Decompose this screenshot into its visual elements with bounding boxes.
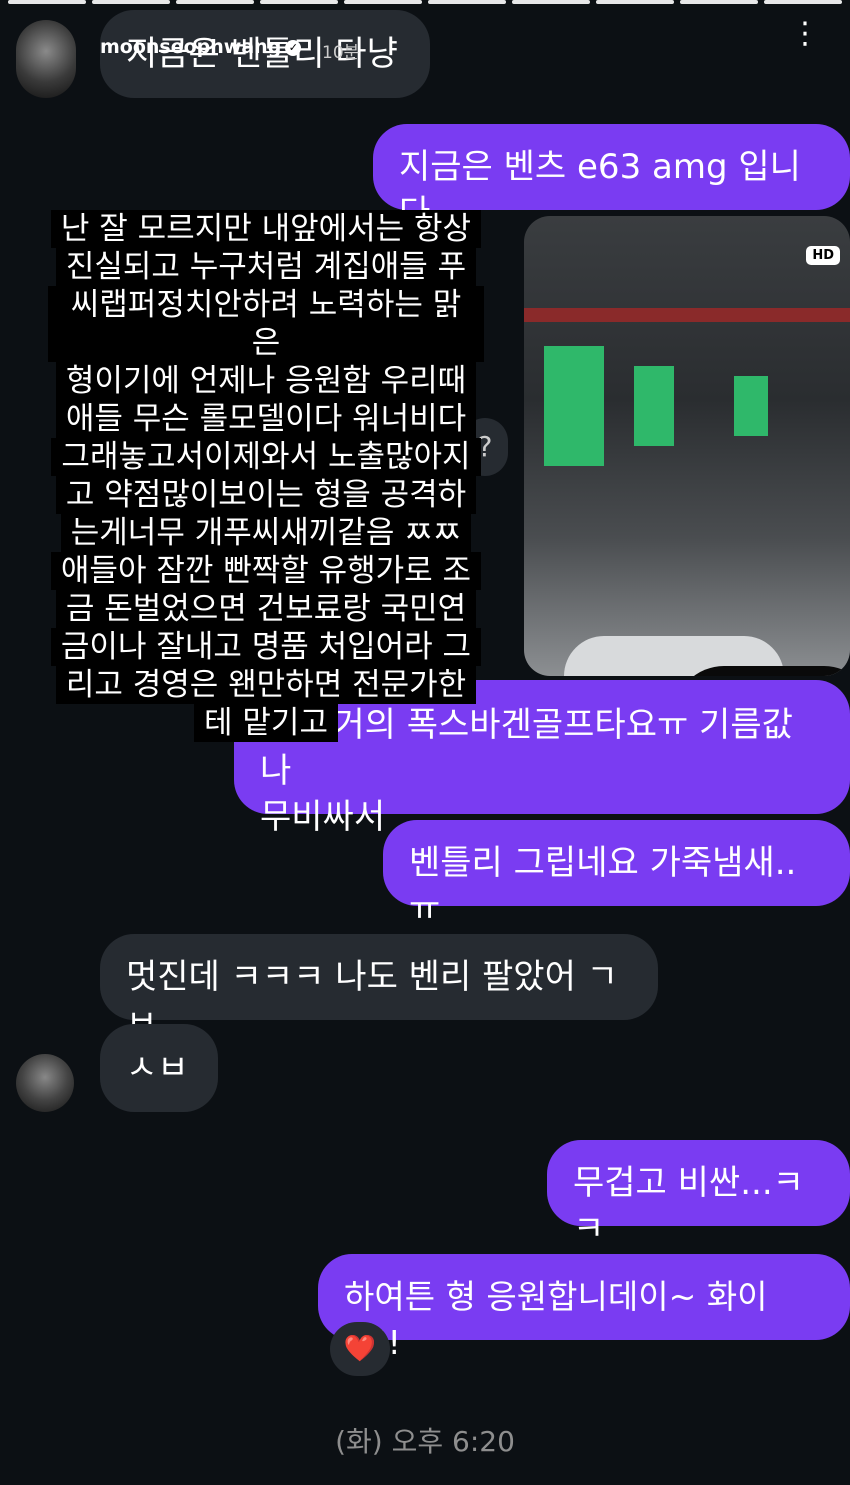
caption-line: 진실되고 누구처럼 계집애들 푸: [48, 248, 484, 286]
shared-photo[interactable]: HD: [524, 216, 850, 676]
username-text: moonseophwang: [100, 36, 282, 58]
parking-pillar: [734, 376, 768, 436]
caption-line: 그래놓고서이제와서 노출많아지: [48, 438, 484, 476]
message-bubble-outgoing[interactable]: 무겁고 비싼...ㅋㅋ: [547, 1140, 850, 1249]
ceiling-beam: [524, 308, 850, 322]
caption-line: 씨랩퍼정치안하려 노력하는 맑은: [48, 286, 484, 362]
heart-reaction-icon[interactable]: ❤️: [330, 1322, 390, 1376]
caption-line: 난 잘 모르지만 내앞에서는 항상: [48, 210, 484, 248]
vertical-dots-icon[interactable]: ⋮: [790, 19, 820, 49]
message-bubble-outgoing[interactable]: 벤틀리 그립네요 가죽냄새..ㅠ: [383, 820, 850, 929]
message-bubble-outgoing[interactable]: 하여튼 형 응원합니데이~ 화이팅!!: [318, 1254, 850, 1362]
caption-line: 고 약점많이보이는 형을 공격하: [48, 476, 484, 514]
parking-pillar: [544, 346, 604, 466]
message-bubble-incoming[interactable]: ㅅㅂ: [100, 1024, 218, 1112]
profile-avatar[interactable]: [16, 20, 76, 98]
message-bubble-outgoing[interactable]: 지금은 벤츠 e63 amg 입니다: [373, 124, 850, 233]
post-time: 10분: [322, 43, 360, 63]
caption-line: 금이나 잘내고 명품 처입어라 그: [48, 628, 484, 666]
caption-line: 형이기에 언제나 응원함 우리때: [48, 362, 484, 400]
caption-line: 금 돈벌었으면 건보료랑 국민연: [48, 590, 484, 628]
message-timestamp: (화) 오후 6:20: [335, 1425, 515, 1458]
caption-line: 는게너무 개푸씨새끼같음 ㅉㅉ: [48, 514, 484, 552]
hd-badge[interactable]: HD: [806, 246, 840, 265]
verified-badge-icon: ✓: [285, 39, 302, 56]
caption-line: 리고 경영은 왠만하면 전문가한: [48, 666, 484, 704]
username[interactable]: moonseophwang ✓: [100, 36, 302, 58]
caption-line: 테 맡기고: [48, 704, 484, 742]
caption-line: 애들아 잠깐 빤짝할 유행가로 조: [48, 552, 484, 590]
caption-line: 애들 무슨 롤모델이다 워너비다: [48, 400, 484, 438]
parking-pillar: [634, 366, 674, 446]
story-caption: 난 잘 모르지만 내앞에서는 항상 진실되고 누구처럼 계집애들 푸 씨랩퍼정치…: [48, 210, 484, 742]
sender-avatar[interactable]: [16, 1054, 74, 1112]
story-progress-bar: [8, 0, 842, 4]
message-bubble-incoming[interactable]: 멋진데 ㅋㅋㅋ 나도 벤리 팔았어 ㄱㅂ: [100, 934, 658, 1043]
